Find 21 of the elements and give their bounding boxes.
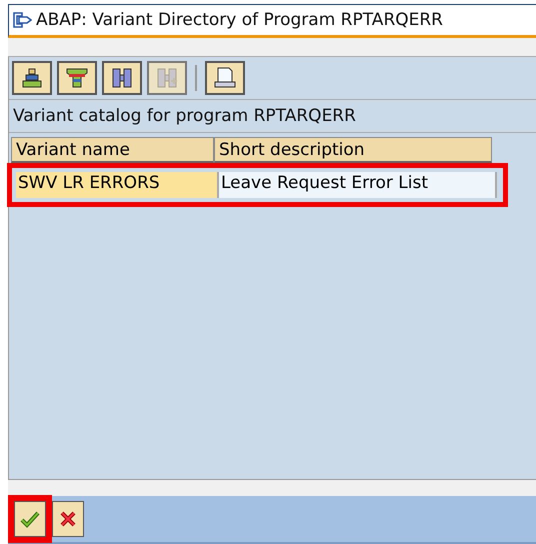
variant-row[interactable]: SWV LR ERRORS Leave Request Error List: [7, 163, 508, 207]
stack-icon: [20, 67, 44, 89]
binoculars-icon: [110, 67, 134, 89]
column-header[interactable]: Variant name: [11, 137, 214, 163]
find-button[interactable]: [102, 61, 142, 95]
confirm-button[interactable]: [14, 501, 46, 537]
filter-icon: [65, 67, 89, 89]
binoculars-plus-icon: [155, 67, 179, 89]
print-button[interactable]: [205, 61, 245, 95]
cancel-button[interactable]: [52, 501, 84, 537]
sort-button[interactable]: [12, 61, 52, 95]
table-cell: Leave Request Error List: [219, 172, 497, 198]
close-icon: [59, 510, 77, 528]
column-header[interactable]: Short description: [214, 137, 492, 163]
window-icon: [12, 11, 32, 29]
catalog-caption: Variant catalog for program RPTARQERR: [9, 100, 536, 133]
checkmark-icon: [20, 510, 40, 528]
printer-icon: [213, 67, 237, 89]
table-cell: SWV LR ERRORS: [16, 172, 219, 198]
filter-button[interactable]: [57, 61, 97, 95]
window-title: ABAP: Variant Directory of Program RPTARQERR: [36, 10, 443, 30]
